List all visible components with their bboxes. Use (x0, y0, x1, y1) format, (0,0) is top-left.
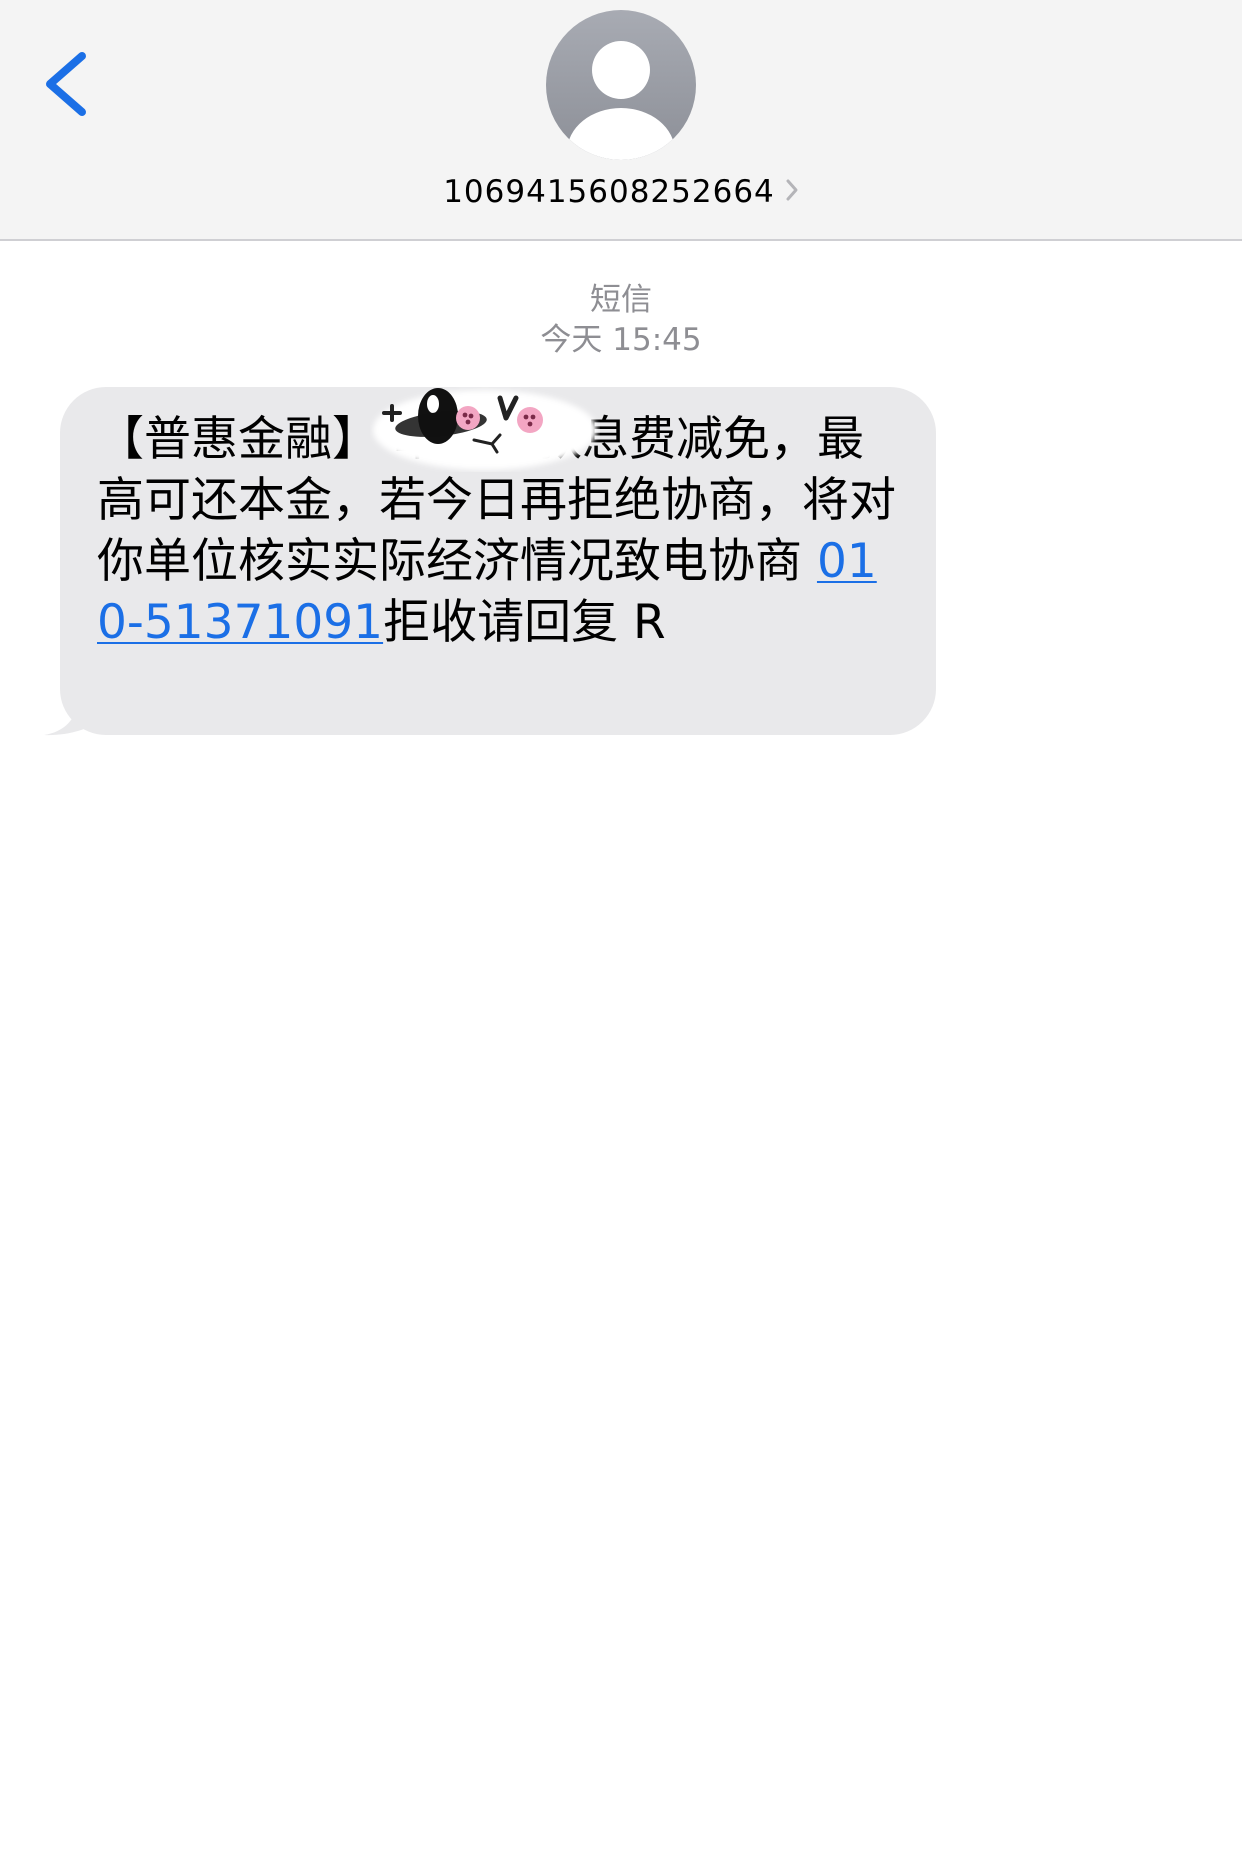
conversation-header: 1069415608252664 (0, 0, 1242, 241)
person-icon (567, 41, 675, 160)
chevron-left-icon (46, 52, 86, 116)
message-text-part-2: 拒收请回复 R (383, 595, 666, 650)
chevron-right-icon (785, 172, 799, 212)
contact-avatar[interactable] (546, 10, 696, 160)
contact-number: 1069415608252664 (443, 174, 775, 210)
back-button[interactable] (36, 44, 96, 124)
service-label: 短信 (590, 282, 652, 318)
message-timestamp: 今天 15:45 (540, 322, 702, 358)
contact-details-button[interactable]: 1069415608252664 (0, 172, 1242, 214)
redaction-sticker (373, 388, 597, 470)
